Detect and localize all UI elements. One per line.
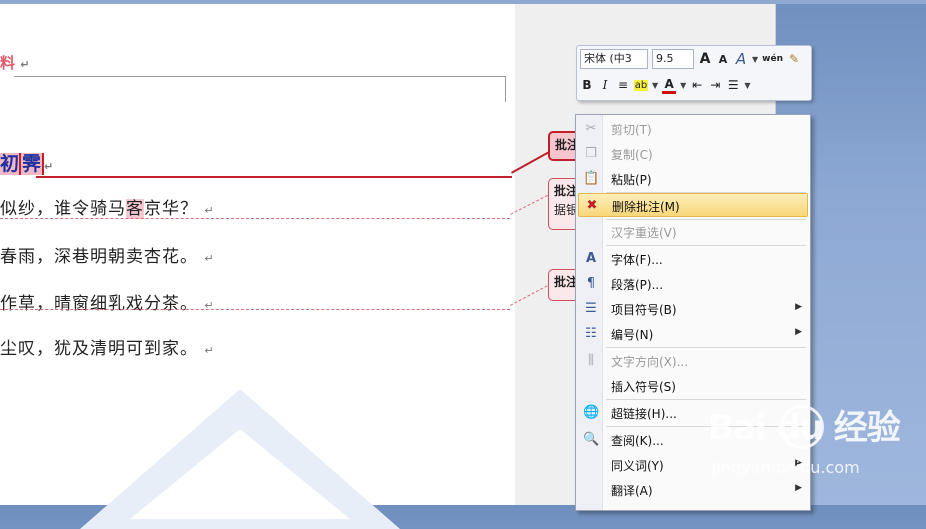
comment-dash-1	[0, 218, 510, 219]
menu-item-paragraph[interactable]: ¶ 段落(P)...	[578, 272, 808, 296]
font-icon: A	[585, 251, 597, 266]
text-direction-icon: ⫼	[588, 353, 594, 368]
center-align-button[interactable]: ≡	[616, 78, 630, 92]
poem-title[interactable]: 初霁 ↵	[0, 149, 53, 176]
bullet-list-icon: ☰	[585, 301, 597, 316]
menu-item-numbering[interactable]: ☷ 编号(N) ▶	[578, 322, 808, 346]
bullets-button[interactable]: ☰	[726, 78, 740, 92]
commented-text[interactable]: 霁	[19, 153, 45, 175]
chevron-down-icon[interactable]: ▼	[752, 55, 758, 64]
submenu-arrow-icon: ▶	[795, 483, 802, 493]
comment-dash-3	[0, 309, 510, 310]
scissors-icon: ✂	[585, 121, 597, 136]
watermark-brand: Bai du 经验	[708, 408, 901, 448]
phonetic-guide-button[interactable]: wén	[762, 54, 783, 64]
copy-icon: ❐	[585, 146, 597, 161]
commented-text[interactable]: 客	[126, 199, 144, 219]
format-painter-icon[interactable]: ✎	[787, 52, 801, 66]
menu-separator	[606, 347, 806, 348]
globe-icon: 🌐	[583, 405, 600, 420]
clipboard-icon: 📋	[583, 171, 600, 186]
italic-button[interactable]: I	[598, 78, 612, 92]
styles-button[interactable]: A	[734, 50, 748, 68]
shrink-font-button[interactable]: A	[716, 53, 730, 66]
increase-indent-button[interactable]: ⇥	[708, 78, 722, 92]
mini-toolbar: 宋体 (中3 9.5 A A A ▼ wén ✎ B I ≡ ab ▼ A ▼ …	[576, 45, 812, 101]
menu-item-text-direction[interactable]: ⫼ 文字方向(X)...	[578, 349, 808, 373]
chevron-down-icon[interactable]: ▼	[652, 81, 658, 90]
menu-item-translate[interactable]: 翻译(A) ▶	[578, 478, 808, 502]
chevron-down-icon[interactable]: ▼	[744, 81, 750, 90]
lookup-icon: 🔍	[583, 432, 600, 447]
poem-line-3[interactable]: 作草，晴窗细乳戏分茶。 ↵	[0, 289, 215, 314]
document-page[interactable]: 料 ↵ 初霁 ↵ 似纱，谁令骑马客京华？ ↵ 春雨，深巷明朝卖杏花。 ↵ 作草，晴…	[0, 4, 516, 529]
poem-line-4[interactable]: 尘叹，犹及清明可到家。 ↵	[0, 334, 215, 359]
font-color-button[interactable]: A	[662, 77, 677, 94]
paragraph-icon: ¶	[586, 276, 596, 291]
menu-item-font[interactable]: A 字体(F)...	[578, 247, 808, 271]
grow-font-button[interactable]: A	[698, 51, 712, 67]
bold-button[interactable]: B	[580, 78, 594, 92]
menu-item-cut[interactable]: ✂ 剪切(T)	[578, 117, 808, 141]
paragraph-mark: ↵	[20, 58, 30, 71]
watermark-site: jingyan.baidu.com	[712, 458, 860, 477]
menu-item-delete-comment[interactable]: ✖ 删除批注(M)	[578, 193, 808, 217]
context-menu: ✂ 剪切(T) ❐ 复制(C) 📋 粘贴(P) ✖ 删除批注(M) 汉字重选(V…	[575, 114, 811, 511]
poem-line-1[interactable]: 似纱，谁令骑马客京华？ ↵	[0, 194, 215, 219]
menu-item-bullets[interactable]: ☰ 项目符号(B) ▶	[578, 297, 808, 321]
poem-line-2[interactable]: 春雨，深巷明朝卖杏花。 ↵	[0, 242, 215, 267]
delete-comment-icon: ✖	[586, 198, 598, 213]
menu-item-insert-symbol[interactable]: 插入符号(S)	[578, 374, 808, 398]
comment-connector-main	[36, 176, 512, 178]
header-rule	[14, 76, 506, 77]
font-size-select[interactable]: 9.5	[652, 49, 694, 69]
menu-separator	[606, 245, 806, 246]
menu-item-copy[interactable]: ❐ 复制(C)	[578, 142, 808, 166]
font-name-select[interactable]: 宋体 (中3	[580, 49, 648, 69]
chevron-down-icon[interactable]: ▼	[680, 81, 686, 90]
submenu-arrow-icon: ▶	[795, 327, 802, 337]
heading-fragment: 料 ↵	[0, 54, 30, 72]
highlight-button[interactable]: ab	[634, 79, 648, 91]
numbered-list-icon: ☷	[585, 326, 597, 341]
menu-item-reconvert[interactable]: 汉字重选(V)	[578, 220, 808, 244]
submenu-arrow-icon: ▶	[795, 302, 802, 312]
header-rule-end	[505, 76, 506, 102]
menu-item-paste[interactable]: 📋 粘贴(P)	[578, 167, 808, 191]
watermark-shape-inner	[130, 429, 350, 519]
decrease-indent-button[interactable]: ⇤	[690, 78, 704, 92]
